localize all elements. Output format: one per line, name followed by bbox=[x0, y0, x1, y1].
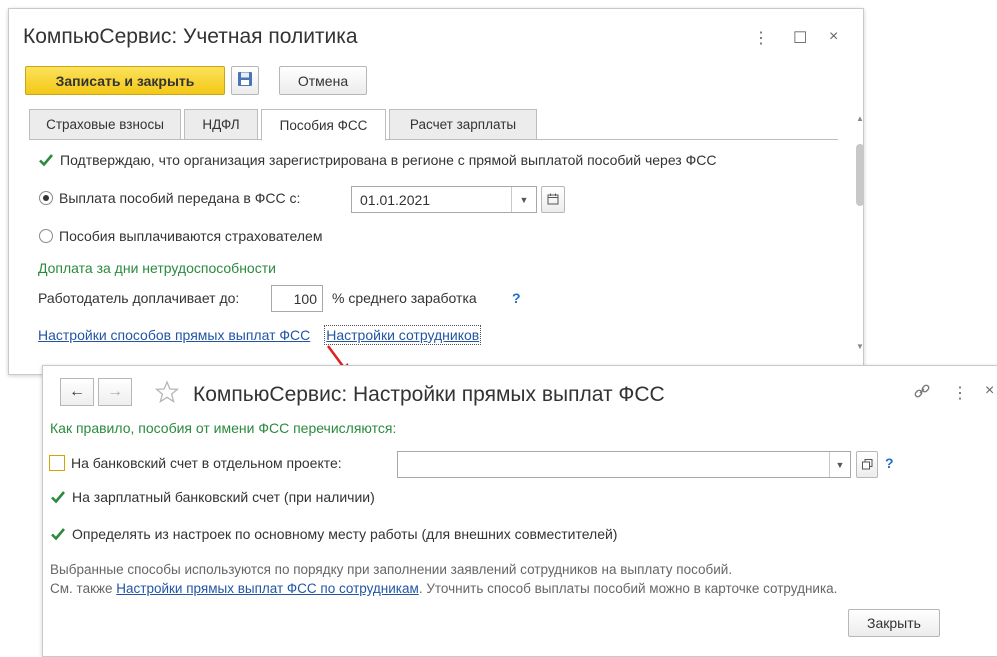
calendar-button[interactable] bbox=[541, 186, 565, 213]
tab-ndfl[interactable]: НДФЛ bbox=[184, 109, 258, 140]
back-button[interactable]: ← bbox=[60, 378, 94, 406]
more-icon[interactable]: ⋮ bbox=[952, 383, 968, 403]
open-window-icon bbox=[861, 457, 873, 473]
employer-label: Работодатель доплачивает до: bbox=[38, 290, 240, 306]
tab-payroll[interactable]: Расчет зарплаты bbox=[389, 109, 537, 140]
percent-suffix: % среднего заработка bbox=[332, 290, 477, 306]
calendar-icon bbox=[547, 192, 559, 208]
floppy-disk-icon bbox=[237, 71, 253, 90]
links-row: Настройки способов прямых выплат ФСС Нас… bbox=[38, 325, 482, 345]
radio-transferred-label: Выплата пособий передана в ФСС с: bbox=[59, 190, 301, 206]
bank-project-label: На банковский счет в отдельном проекте: bbox=[71, 455, 342, 471]
date-value: 01.01.2021 bbox=[360, 191, 431, 208]
radio-transferred-row[interactable]: Выплата пособий передана в ФСС с: bbox=[39, 190, 300, 206]
scroll-thumb[interactable] bbox=[856, 144, 864, 206]
close-icon[interactable]: × bbox=[985, 382, 994, 400]
forward-button[interactable]: → bbox=[98, 378, 132, 406]
checkbox-checked-icon[interactable] bbox=[38, 152, 54, 168]
section-title: Доплата за дни нетрудоспособности bbox=[38, 260, 276, 276]
bank-project-input[interactable]: ▼ bbox=[397, 451, 851, 478]
subtitle: Как правило, пособия от имени ФСС перечи… bbox=[50, 420, 397, 436]
help-icon[interactable]: ? bbox=[512, 290, 521, 306]
open-button[interactable] bbox=[856, 451, 878, 478]
close-icon[interactable]: × bbox=[829, 28, 838, 46]
salary-account-row[interactable]: На зарплатный банковский счет (при налич… bbox=[50, 489, 375, 505]
close-button[interactable]: Закрыть bbox=[848, 609, 940, 637]
confirm-label: Подтверждаю, что организация зарегистрир… bbox=[60, 152, 717, 168]
dropdown-arrow-icon[interactable]: ▼ bbox=[829, 452, 850, 477]
checkbox-unchecked-icon[interactable] bbox=[49, 455, 65, 471]
scroll-up-icon[interactable]: ▲ bbox=[856, 114, 864, 123]
checkbox-checked-icon[interactable] bbox=[50, 489, 66, 505]
radio-unselected-icon[interactable] bbox=[39, 229, 53, 243]
accounting-policy-window: КомпьюСервис: Учетная политика ⋮ ☐ × Зап… bbox=[8, 8, 864, 375]
scrollbar[interactable]: ▲ ▼ bbox=[855, 114, 865, 364]
more-icon[interactable]: ⋮ bbox=[753, 28, 769, 48]
note-see-also: См. также bbox=[50, 581, 117, 596]
arrow-left-icon: ← bbox=[69, 383, 85, 400]
note-line2: См. также Настройки прямых выплат ФСС по… bbox=[50, 581, 837, 596]
window-title: КомпьюСервис: Настройки прямых выплат ФС… bbox=[193, 383, 665, 406]
percent-input[interactable]: 100 bbox=[271, 285, 323, 312]
dropdown-arrow-icon[interactable]: ▼ bbox=[511, 187, 536, 212]
employees-settings-link[interactable]: Настройки сотрудников bbox=[324, 325, 482, 345]
link-icon[interactable] bbox=[913, 382, 931, 405]
radio-insurer-label: Пособия выплачиваются страхователем bbox=[59, 228, 323, 244]
checkbox-checked-icon[interactable] bbox=[50, 526, 66, 542]
arrow-right-icon: → bbox=[107, 383, 123, 400]
confirm-checkbox-row[interactable]: Подтверждаю, что организация зарегистрир… bbox=[38, 152, 716, 168]
cancel-button[interactable]: Отмена bbox=[279, 66, 367, 95]
save-button[interactable] bbox=[231, 66, 259, 95]
main-job-row[interactable]: Определять из настроек по основному мест… bbox=[50, 526, 617, 542]
employees-direct-payments-link[interactable]: Настройки прямых выплат ФСС по сотрудник… bbox=[116, 581, 419, 596]
scroll-down-icon[interactable]: ▼ bbox=[856, 342, 864, 351]
payment-methods-link[interactable]: Настройки способов прямых выплат ФСС bbox=[38, 327, 310, 343]
radio-selected-icon[interactable] bbox=[39, 191, 53, 205]
tab-insurance[interactable]: Страховые взносы bbox=[29, 109, 181, 140]
bank-project-row[interactable]: На банковский счет в отдельном проекте: bbox=[49, 455, 342, 471]
window-title: КомпьюСервис: Учетная политика bbox=[23, 25, 358, 48]
favorite-star-icon[interactable] bbox=[154, 380, 180, 409]
date-input[interactable]: 01.01.2021 ▼ bbox=[351, 186, 537, 213]
help-icon[interactable]: ? bbox=[885, 455, 894, 471]
note-line1: Выбранные способы используются по порядк… bbox=[50, 562, 733, 577]
direct-payments-window: ← → КомпьюСервис: Настройки прямых выпла… bbox=[42, 365, 997, 657]
save-and-close-button[interactable]: Записать и закрыть bbox=[25, 66, 225, 95]
note-tail: . Уточнить способ выплаты пособий можно … bbox=[418, 581, 838, 596]
tab-fss-benefits[interactable]: Пособия ФСС bbox=[261, 109, 386, 141]
main-job-label: Определять из настроек по основному мест… bbox=[72, 526, 618, 542]
maximize-icon[interactable]: ☐ bbox=[793, 28, 807, 48]
salary-account-label: На зарплатный банковский счет (при налич… bbox=[72, 489, 375, 505]
radio-insurer-row[interactable]: Пособия выплачиваются страхователем bbox=[39, 228, 322, 244]
